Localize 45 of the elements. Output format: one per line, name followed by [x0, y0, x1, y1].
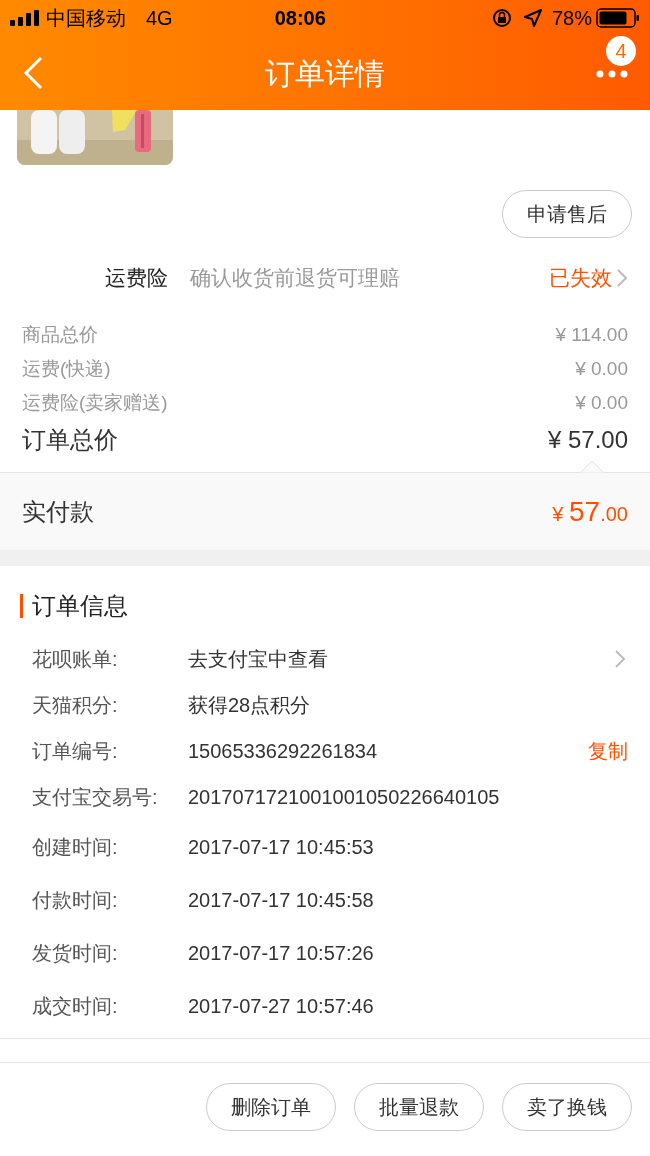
price-label: 商品总价 [22, 322, 98, 347]
location-arrow-icon [523, 9, 542, 27]
info-value: 获得28点积分 [188, 693, 311, 718]
section-title: 订单信息 [32, 591, 128, 621]
info-label: 付款时间: [32, 887, 119, 913]
info-label: 支付宝交易号: [32, 785, 159, 810]
price-label: 运费(快递) [22, 356, 111, 381]
info-label: 花呗账单: [32, 647, 119, 672]
insurance-label: 运费险 [105, 265, 168, 292]
info-value: 2017-07-27 10:57:46 [188, 993, 374, 1019]
price-value: ¥ 0.00 [575, 356, 628, 381]
insurance-description: 确认收货前退货可理赔 [190, 265, 400, 292]
rotation-lock-icon [491, 8, 512, 28]
carrier-name: 中国移动 [46, 6, 126, 31]
battery-percent: 78% [551, 6, 592, 31]
back-button[interactable] [22, 56, 44, 90]
price-value: ¥ 114.00 [555, 322, 628, 347]
message-badge: 4 [606, 36, 636, 66]
more-dots-icon [596, 70, 628, 78]
info-value: 2017071721001001050226640105 [188, 785, 500, 810]
info-label: 成交时间: [32, 993, 119, 1019]
price-value: ¥ 57.00 [547, 425, 628, 455]
info-label: 发货时间: [32, 940, 119, 966]
info-label: 订单编号: [32, 739, 119, 764]
network-type: 4G [146, 6, 173, 31]
paid-label: 实付款 [22, 496, 94, 527]
battery-icon [596, 8, 640, 28]
info-value: 2017-07-17 10:45:53 [188, 834, 374, 860]
section-marker [20, 594, 23, 618]
price-value: ¥ 0.00 [575, 390, 628, 415]
page-title: 订单详情 [265, 55, 385, 92]
price-label: 运费险(卖家赠送) [22, 390, 168, 415]
info-value: 15065336292261834 [188, 739, 378, 764]
info-label: 天猫积分: [32, 693, 119, 718]
chevron-right-icon [614, 649, 626, 669]
info-value: 2017-07-17 10:45:58 [188, 887, 374, 913]
info-label: 创建时间: [32, 834, 119, 860]
info-value: 2017-07-17 10:57:26 [188, 940, 374, 966]
more-button[interactable] [596, 70, 628, 78]
chevron-right-icon [616, 268, 628, 288]
info-value[interactable]: 去支付宝中查看 [188, 644, 328, 674]
price-label: 订单总价 [22, 425, 118, 455]
signal-icon [10, 10, 40, 26]
clock-time: 08:06 [274, 6, 326, 31]
paid-amount: ¥ 57.00 [552, 494, 628, 529]
